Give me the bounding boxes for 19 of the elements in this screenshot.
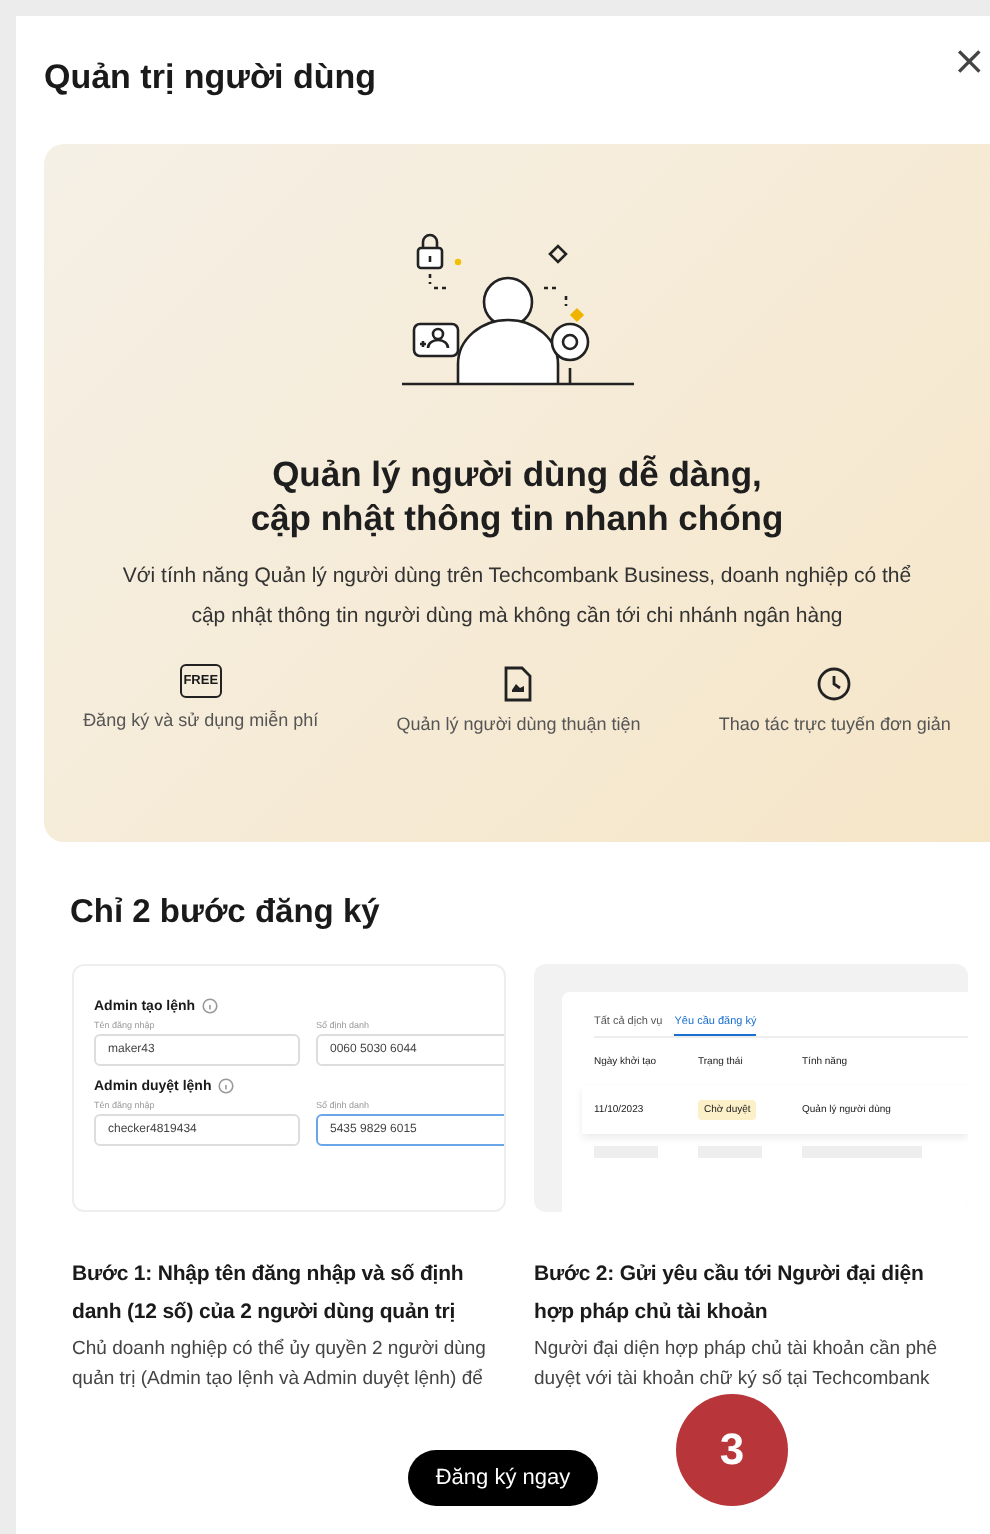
- step-number-badge: 3: [676, 1394, 788, 1506]
- info-icon: [217, 1078, 234, 1094]
- step-description: Người đại diện hợp pháp chủ tài khoản cần phê duyệt với tài khoản chữ ký số tại Techcombank: [534, 1336, 940, 1394]
- headline-text: Quản lý người dùng dễ dàng,: [270, 452, 764, 496]
- feature-label: Đăng ký và sử dụng miễn phí: [83, 710, 319, 730]
- hero-description: Với tính năng Quản lý người dùng trên Techcombank Business, doanh nghiệp có thể cập nhật thông tin người dùng mà không cần tới chi nhánh ngân hàng: [120, 562, 914, 632]
- info-icon: [201, 998, 218, 1014]
- step-title: Bước 1: Nhập tên đăng nhập và số định danh (12 số) của 2 người dùng quản trị: [72, 1260, 466, 1328]
- close-button[interactable]: ×: [948, 36, 990, 84]
- clock-icon: [816, 665, 853, 701]
- register-button[interactable]: Đăng ký ngay: [407, 1450, 599, 1506]
- section-title: Chỉ 2 bước đăng ký: [70, 894, 382, 932]
- step-title: Bước 2: Gửi yêu cầu tới Người đại diện hợp pháp chủ tài khoản: [534, 1260, 926, 1328]
- document-icon: [502, 665, 535, 701]
- headline-text: cập nhật thông tin nhanh chóng: [250, 496, 784, 540]
- step-description: Chủ doanh nghiệp có thể ủy quyền 2 người dùng quản trị (Admin tạo lệnh và Admin duyệt lệnh) để: [72, 1336, 488, 1394]
- dialog-title: Quản trị người dùng: [44, 58, 377, 98]
- feature-label: Quản lý người dùng thuận tiện: [396, 714, 641, 734]
- feature-label: Thao tác trực tuyến đơn giản: [718, 714, 951, 734]
